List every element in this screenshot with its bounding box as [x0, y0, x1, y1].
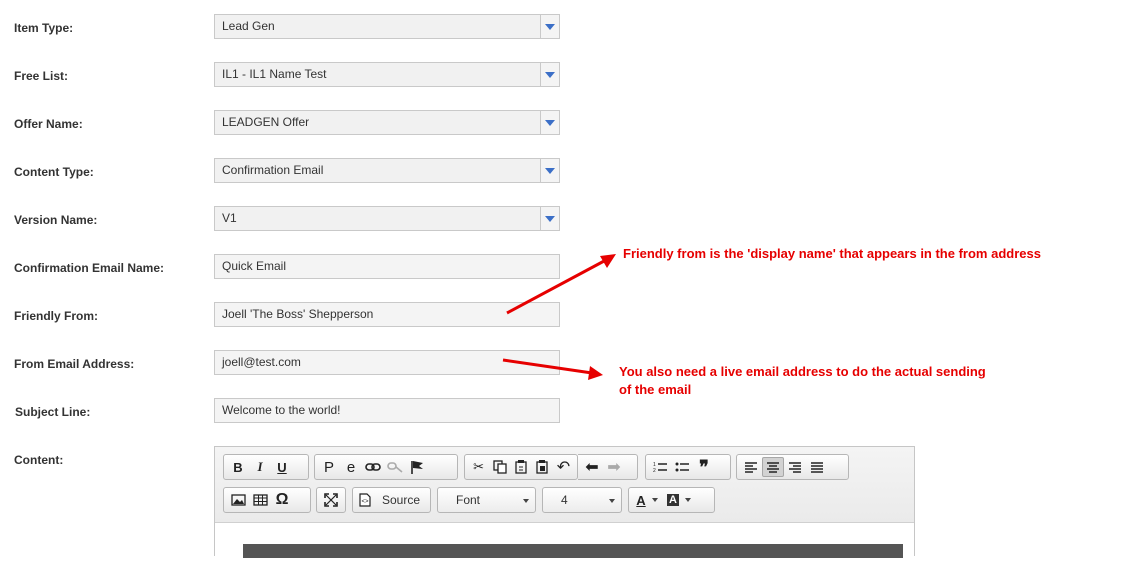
- table-icon[interactable]: [249, 490, 271, 510]
- e-button[interactable]: e: [340, 457, 362, 477]
- source-button[interactable]: <> Source: [352, 487, 431, 513]
- bg-color-button[interactable]: A: [662, 490, 696, 510]
- align-right-icon[interactable]: [784, 457, 806, 477]
- redo-button[interactable]: ➡: [603, 457, 625, 477]
- bulleted-list-icon[interactable]: [671, 457, 693, 477]
- font-select[interactable]: Font: [437, 487, 536, 513]
- paste-text-icon[interactable]: [532, 457, 553, 477]
- cut-icon[interactable]: ✂: [468, 457, 489, 477]
- numbered-list-icon[interactable]: 12: [649, 457, 671, 477]
- email-arrow: [502, 358, 603, 380]
- editor-content-area[interactable]: [215, 522, 914, 563]
- flag-icon[interactable]: [406, 457, 428, 477]
- content-editor: B I U P e ✂ ↶ ⬅ ➡ 12 ❞ Ω <> Source Font …: [214, 446, 915, 563]
- undo-icon[interactable]: ↶: [553, 457, 574, 477]
- size-select-caret-icon: [609, 499, 615, 503]
- italic-button[interactable]: I: [249, 457, 271, 477]
- text-color-button[interactable]: A: [632, 490, 662, 510]
- paragraph-button[interactable]: P: [318, 457, 340, 477]
- image-icon[interactable]: [227, 490, 249, 510]
- blockquote-icon[interactable]: ❞: [693, 457, 715, 477]
- unlink-icon[interactable]: [384, 457, 406, 477]
- friendly-from-arrow: [506, 254, 616, 315]
- toolbar-undo-redo: ⬅ ➡: [578, 454, 638, 480]
- align-center-icon[interactable]: [762, 457, 784, 477]
- size-select[interactable]: 4: [542, 487, 622, 513]
- toolbar-paragraph-links: P e: [314, 454, 458, 480]
- link-icon[interactable]: [362, 457, 384, 477]
- bold-button[interactable]: B: [227, 457, 249, 477]
- font-select-label: Font: [456, 493, 481, 507]
- toolbar-basic-styles: B I U: [223, 454, 309, 480]
- align-justify-icon[interactable]: [806, 457, 828, 477]
- align-left-icon[interactable]: [740, 457, 762, 477]
- text-color-glyph: A: [636, 492, 646, 508]
- size-select-label: 4: [561, 493, 568, 507]
- source-label: Source: [382, 493, 421, 507]
- special-char-button[interactable]: Ω: [271, 490, 293, 510]
- svg-text:2: 2: [653, 468, 656, 473]
- toolbar-clipboard: ✂ ↶: [464, 454, 578, 480]
- text-color-caret-icon: [651, 498, 658, 502]
- toolbar-lists: 12 ❞: [645, 454, 731, 480]
- bg-color-caret-icon: [684, 498, 691, 502]
- source-icon: <>: [356, 490, 374, 510]
- toolbar-colors: A A: [628, 487, 715, 513]
- toolbar-maximize: [316, 487, 346, 513]
- font-select-caret-icon: [523, 499, 529, 503]
- toolbar-insert: Ω: [223, 487, 311, 513]
- underline-button[interactable]: U: [271, 457, 293, 477]
- svg-text:<>: <>: [362, 499, 370, 505]
- bg-color-glyph: A: [667, 494, 679, 506]
- copy-icon[interactable]: [489, 457, 510, 477]
- selected-text-highlight: [243, 544, 903, 558]
- toolbar-alignment: [736, 454, 849, 480]
- maximize-icon[interactable]: [320, 490, 342, 510]
- paste-icon[interactable]: [510, 457, 531, 477]
- undo-button[interactable]: ⬅: [581, 457, 603, 477]
